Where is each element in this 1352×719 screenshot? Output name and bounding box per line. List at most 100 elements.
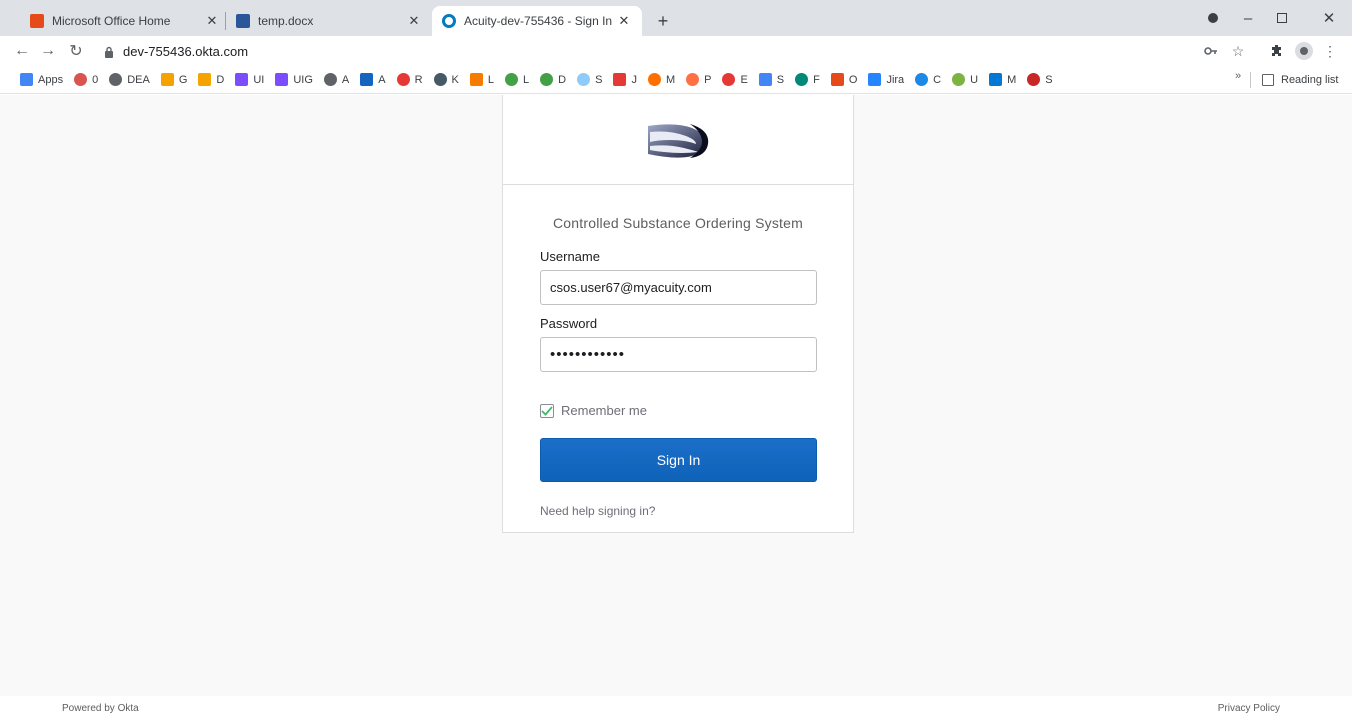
more-bookmarks-button[interactable]: » <box>1235 70 1241 82</box>
office-icon <box>830 73 844 86</box>
browser-menu-icon[interactable]: ⋮ <box>1319 40 1341 62</box>
bookmark-item[interactable]: M <box>989 69 1016 91</box>
help-link[interactable]: Need help signing in? <box>540 504 655 518</box>
bookmark-label: F <box>813 73 820 86</box>
outlook-icon <box>989 73 1003 86</box>
bookmark-label: O <box>848 73 858 86</box>
key-icon[interactable] <box>1200 40 1222 62</box>
username-label: Username <box>540 249 600 264</box>
globe-icon <box>109 73 123 86</box>
sign-in-button[interactable]: Sign In <box>540 438 817 482</box>
tab-temp-docx[interactable]: temp.docx ✕ <box>226 6 432 36</box>
bookmark-item[interactable]: G <box>160 69 187 91</box>
bookmark-item[interactable]: D <box>198 69 224 91</box>
bookmark-icon <box>647 73 661 86</box>
bookmark-item[interactable]: J <box>613 69 637 91</box>
address-bar[interactable]: dev-755436.okta.com <box>104 39 1192 63</box>
reload-icon[interactable]: ↻ <box>64 39 88 63</box>
okta-icon <box>442 14 456 28</box>
bookmark-icon <box>795 73 809 86</box>
tab-microsoft-office-home[interactable]: Microsoft Office Home ✕ <box>20 6 230 36</box>
bookmark-label: S <box>1045 73 1053 86</box>
star-icon[interactable]: ☆ <box>1227 40 1249 62</box>
bookmark-item[interactable]: 0 <box>74 69 98 91</box>
bookmark-icon <box>540 73 554 86</box>
bookmark-item[interactable]: C <box>915 69 941 91</box>
bookmark-item[interactable]: A <box>360 69 386 91</box>
bookmark-icon <box>722 73 736 86</box>
youtube-icon <box>613 73 627 86</box>
bookmark-item[interactable]: K <box>433 69 459 91</box>
ssa-icon <box>360 73 374 86</box>
tab-title: Microsoft Office Home <box>52 14 171 28</box>
bookmark-label: A <box>341 73 350 86</box>
bookmark-item[interactable]: S <box>758 69 784 91</box>
bookmark-item[interactable]: S <box>577 69 602 91</box>
bookmark-label: D <box>558 73 567 86</box>
bookmark-label: K <box>451 73 459 86</box>
tab-acuity-sign-in[interactable]: Acuity-dev-755436 - Sign In ✕ <box>432 6 642 36</box>
bookmark-label: A <box>378 73 386 86</box>
back-icon[interactable]: ← <box>10 39 34 63</box>
reading-list-icon <box>1262 74 1274 86</box>
bookmark-label: M <box>1007 73 1017 86</box>
password-field[interactable] <box>540 337 817 372</box>
acuity-logo <box>648 123 709 158</box>
bookmark-label: S <box>595 73 603 86</box>
bookmark-label: UI <box>253 73 265 86</box>
tab-strip: Microsoft Office Home ✕ temp.docx ✕ Acui… <box>0 0 1352 36</box>
bookmark-label: L <box>487 73 495 86</box>
bookmark-item[interactable]: D <box>540 69 566 91</box>
close-tab-icon[interactable]: ✕ <box>616 13 632 29</box>
sign-in-card: Controlled Substance Ordering System Use… <box>502 95 854 533</box>
page-content: Controlled Substance Ordering System Use… <box>0 95 1352 719</box>
bookmark-item[interactable]: UI <box>235 69 264 91</box>
bookmark-label: M <box>665 73 676 86</box>
bookmark-item[interactable]: U <box>952 69 978 91</box>
bookmark-item[interactable]: L <box>505 69 529 91</box>
profile-menu-icon[interactable] <box>1197 4 1229 32</box>
privacy-policy-link[interactable]: Privacy Policy <box>1218 703 1280 714</box>
close-tab-icon[interactable]: ✕ <box>406 13 422 29</box>
bookmark-item[interactable]: L <box>469 69 495 91</box>
bookmark-label: Jira <box>886 73 905 86</box>
restore-icon[interactable] <box>1266 4 1298 32</box>
new-tab-button[interactable]: + <box>650 8 676 34</box>
bookmark-item[interactable]: UIG <box>275 69 313 91</box>
username-field[interactable] <box>540 270 817 305</box>
bookmark-item[interactable]: E <box>722 69 748 91</box>
bookmark-item[interactable]: F <box>795 69 820 91</box>
close-window-icon[interactable]: ✕ <box>1313 4 1345 32</box>
bookmark-item[interactable]: R <box>396 69 423 91</box>
page-footer: Powered by Okta Privacy Policy <box>0 696 1352 719</box>
bookmark-item[interactable]: DEA <box>109 69 150 91</box>
word-icon <box>236 14 250 28</box>
extensions-icon[interactable] <box>1266 40 1288 62</box>
bookmark-item[interactable]: Jira <box>868 69 904 91</box>
bookmark-item[interactable]: S <box>1027 69 1053 91</box>
bookmark-icon <box>952 73 966 86</box>
forward-icon[interactable]: → <box>36 39 60 63</box>
jira-icon <box>868 73 882 86</box>
tab-title: Acuity-dev-755436 - Sign In <box>464 14 613 28</box>
bookmark-item[interactable]: A <box>323 69 350 91</box>
figma-icon <box>275 73 289 86</box>
remember-me-checkbox[interactable] <box>540 403 554 418</box>
profile-avatar-icon[interactable] <box>1293 40 1315 62</box>
bookmark-item[interactable]: P <box>686 69 711 91</box>
bookmark-label: UIG <box>293 73 313 86</box>
bookmark-item[interactable]: Apps <box>20 69 63 91</box>
lock-icon <box>104 46 114 58</box>
reading-list-button[interactable]: Reading list <box>1262 66 1338 94</box>
bookmark-item[interactable]: M <box>647 69 676 91</box>
bookmark-label: 0 <box>92 73 99 86</box>
bookmark-label: R <box>414 73 423 86</box>
cube-icon <box>469 73 483 86</box>
bookmark-label: DEA <box>127 73 150 86</box>
bookmarks-divider <box>1250 72 1251 88</box>
minimize-icon[interactable]: – <box>1232 4 1264 32</box>
bookmark-item[interactable]: O <box>830 69 858 91</box>
remember-me-row[interactable]: Remember me <box>540 403 816 418</box>
reading-list-label: Reading list <box>1281 74 1339 86</box>
close-tab-icon[interactable]: ✕ <box>204 13 220 29</box>
